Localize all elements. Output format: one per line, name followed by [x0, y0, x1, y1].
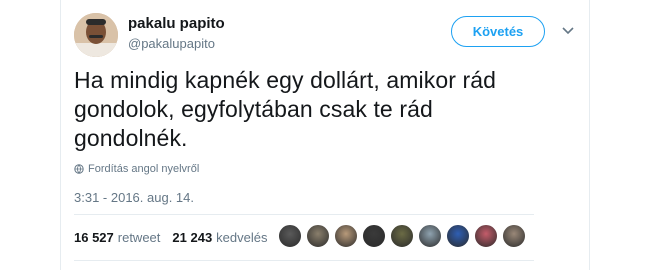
- translate-link[interactable]: Fordítás angol nyelvről: [74, 163, 199, 175]
- liker-avatar[interactable]: [306, 224, 330, 248]
- like-count[interactable]: 21 243 kedvelés: [172, 230, 267, 245]
- liker-avatar[interactable]: [278, 224, 302, 248]
- avatar-image: [74, 13, 118, 57]
- like-label: kedvelés: [216, 230, 268, 245]
- liker-avatar[interactable]: [446, 224, 470, 248]
- liker-avatar[interactable]: [418, 224, 442, 248]
- liker-avatars: [278, 224, 530, 248]
- liker-avatar[interactable]: [390, 224, 414, 248]
- like-number: 21 243: [172, 230, 213, 245]
- retweet-number: 16 527: [74, 230, 114, 245]
- retweet-count[interactable]: 16 527 retweet: [74, 230, 160, 245]
- user-handle[interactable]: @pakalupapito: [128, 36, 215, 51]
- tweet-stats: 16 527 retweet 21 243 kedvelés: [74, 230, 279, 245]
- tweet-timestamp[interactable]: 3:31 - 2016. aug. 14.: [74, 190, 194, 205]
- divider: [74, 260, 534, 261]
- translate-label: Fordítás angol nyelvről: [88, 163, 200, 175]
- liker-avatar[interactable]: [502, 224, 526, 248]
- user-name[interactable]: pakalu papito: [128, 15, 225, 32]
- divider: [74, 214, 534, 215]
- tweet-text: Ha mindig kapnék egy dollárt, amikor rád…: [74, 67, 497, 151]
- liker-avatar[interactable]: [362, 224, 386, 248]
- liker-avatar[interactable]: [334, 224, 358, 248]
- chevron-down-icon[interactable]: [561, 26, 575, 36]
- globe-icon: [74, 164, 84, 174]
- avatar[interactable]: [74, 13, 118, 57]
- retweet-label: retweet: [117, 230, 161, 245]
- liker-avatar[interactable]: [474, 224, 498, 248]
- follow-button[interactable]: Követés: [451, 16, 545, 47]
